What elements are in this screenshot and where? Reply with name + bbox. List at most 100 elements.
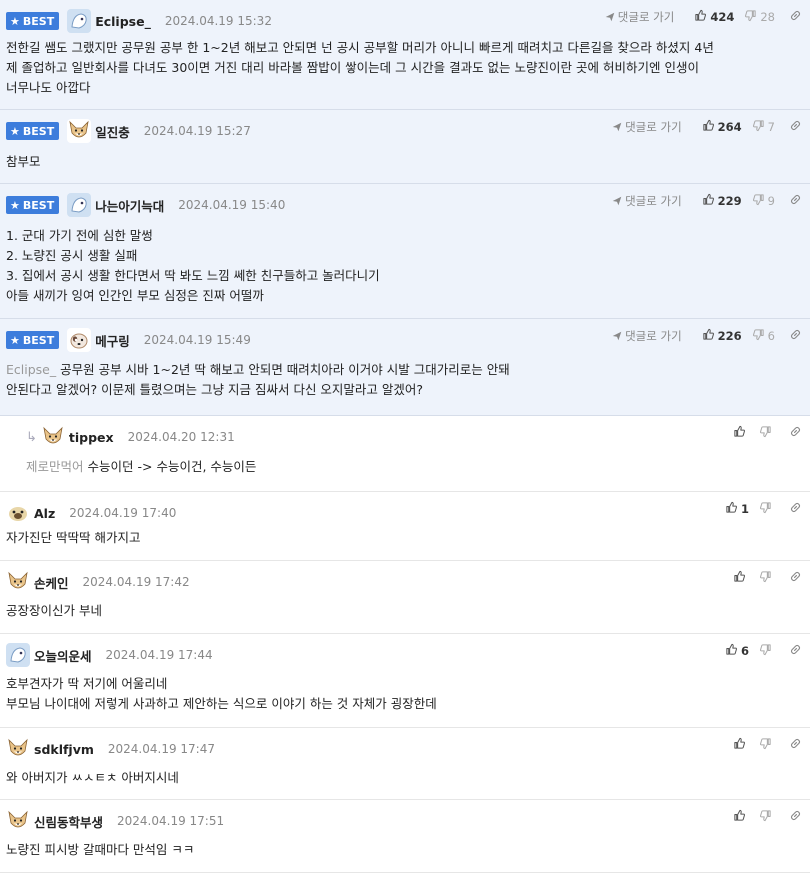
mention-tag[interactable]: Eclipse_ — [6, 362, 56, 377]
best-comment: ★ BEST 나는아기늑대 2024.04.19 15:40 댓글로 가기 229 9 1. … — [0, 184, 810, 319]
link-icon — [789, 119, 802, 135]
nickname[interactable]: tippex — [69, 430, 114, 445]
comment-header: 손케인 2024.04.19 17:42 — [6, 569, 190, 595]
nickname[interactable]: Eclipse_ — [95, 14, 151, 29]
comment-body: Eclipse_ 공무원 공부 시바 1~2년 딱 해보고 안되면 때려치아라 이… — [6, 360, 796, 400]
comment-actions — [723, 808, 802, 826]
share-link-button[interactable] — [789, 809, 802, 825]
downvote-button[interactable]: 6 — [752, 328, 775, 344]
downvote-button[interactable] — [759, 809, 775, 825]
best-comment: ★ BEST Eclipse_ 2024.04.19 15:32 댓글로 가기 424 28… — [0, 0, 810, 110]
upvote-button[interactable] — [733, 570, 749, 586]
comment-text: 공무원 공부 시바 1~2년 딱 해보고 안되면 때려치아라 이거야 시발 그대… — [6, 362, 510, 397]
share-link-button[interactable] — [789, 425, 802, 441]
go-to-reply-link[interactable]: 댓글로 가기 — [605, 9, 674, 25]
upvote-button[interactable]: 1 — [725, 501, 749, 517]
upvote-count: 226 — [717, 329, 742, 343]
downvote-button[interactable]: 28 — [744, 9, 775, 25]
downvote-button[interactable] — [759, 570, 775, 586]
downvote-button[interactable] — [759, 737, 775, 753]
downvote-button[interactable] — [759, 501, 775, 517]
comment-body: 자가진단 딱딱딱 해가지고 — [6, 528, 796, 548]
downvote-button[interactable] — [759, 643, 775, 659]
upvote-button[interactable] — [733, 737, 749, 753]
avatar[interactable] — [6, 809, 30, 833]
upvote-button[interactable] — [733, 425, 749, 441]
share-link-button[interactable] — [789, 119, 802, 135]
comment-body: 1. 군대 가기 전에 심한 말썽 2. 노량진 공시 생활 실패 3. 집에서… — [6, 226, 796, 306]
upvote-button[interactable]: 6 — [725, 643, 749, 659]
comment-header: 오늘의운세 2024.04.19 17:44 — [6, 642, 213, 668]
comment-body: 참부모 — [6, 152, 796, 172]
thumbs-up-icon — [702, 119, 715, 135]
comment-header: ★ BEST 메구링 2024.04.19 15:49 — [6, 327, 251, 353]
thumbs-down-icon — [759, 809, 772, 825]
avatar[interactable] — [6, 501, 30, 525]
nickname[interactable]: 메구링 — [95, 331, 130, 350]
share-link-button[interactable] — [789, 9, 802, 25]
comment-actions — [723, 424, 802, 442]
comment-text: 호부견자가 딱 저기에 어울리네 부모님 나이대에 저렇게 사과하고 제안하는 … — [6, 676, 437, 711]
avatar[interactable] — [67, 119, 92, 143]
avatar[interactable] — [40, 425, 65, 449]
link-icon — [789, 9, 802, 25]
comment-date: 2024.04.19 17:47 — [107, 742, 215, 756]
comment-actions: 댓글로 가기 264 7 — [612, 118, 802, 136]
share-link-button[interactable] — [789, 193, 802, 209]
comment: 신림동학부생 2024.04.19 17:51 노량진 피시방 갈때마다 만석임 ㅋ… — [0, 800, 810, 873]
go-to-reply-link[interactable]: 댓글로 가기 — [612, 193, 682, 209]
upvote-button[interactable]: 424 — [694, 9, 734, 25]
mention-tag[interactable]: 제로만먹어 — [26, 459, 84, 474]
avatar[interactable] — [67, 193, 92, 217]
thumbs-down-icon — [752, 193, 765, 209]
comment-text: 공장장이신가 부네 — [6, 603, 102, 618]
share-link-button[interactable] — [789, 501, 802, 517]
nickname[interactable]: sdklfjvm — [34, 742, 94, 757]
comment-header: ★ BEST 나는아기늑대 2024.04.19 15:40 — [6, 192, 285, 218]
comment-date: 2024.04.19 15:49 — [143, 333, 251, 347]
upvote-button[interactable]: 226 — [702, 328, 742, 344]
share-link-button[interactable] — [789, 643, 802, 659]
upvote-button[interactable]: 264 — [702, 119, 742, 135]
avatar[interactable] — [6, 737, 30, 761]
comment-actions — [723, 736, 802, 754]
downvote-button[interactable]: 7 — [752, 119, 775, 135]
comment-header: ★ BEST 일진충 2024.04.19 15:27 — [6, 118, 251, 144]
comment-body: 노량진 피시방 갈때마다 만석임 ㅋㅋ — [6, 840, 796, 860]
nickname[interactable]: Alz — [34, 506, 55, 521]
nickname[interactable]: 오늘의운세 — [34, 646, 92, 665]
avatar[interactable] — [6, 570, 30, 594]
thumbs-up-icon — [702, 193, 715, 209]
avatar[interactable] — [67, 9, 92, 33]
nickname[interactable]: 신림동학부생 — [34, 812, 103, 831]
comment-date: 2024.04.19 15:32 — [164, 14, 272, 28]
link-icon — [789, 425, 802, 441]
nickname[interactable]: 나는아기늑대 — [95, 196, 164, 215]
comment-text: 노량진 피시방 갈때마다 만석임 ㅋㅋ — [6, 842, 195, 857]
thumbs-down-icon — [744, 9, 757, 25]
upvote-button[interactable] — [733, 809, 749, 825]
thumbs-down-icon — [759, 643, 772, 659]
downvote-button[interactable] — [759, 425, 775, 441]
go-to-reply-link[interactable]: 댓글로 가기 — [612, 328, 682, 344]
link-icon — [789, 809, 802, 825]
upvote-button[interactable]: 229 — [702, 193, 742, 209]
go-to-reply-link[interactable]: 댓글로 가기 — [612, 119, 682, 135]
comment-actions: 댓글로 가기 226 6 — [612, 327, 802, 345]
link-icon — [789, 193, 802, 209]
nickname[interactable]: 손케인 — [34, 573, 69, 592]
share-link-button[interactable] — [789, 328, 802, 344]
comment-text: 자가진단 딱딱딱 해가지고 — [6, 530, 141, 545]
comment-text: 와 아버지가 ㅆㅅㅌㅊ 아버지시네 — [6, 770, 179, 785]
comment-body: 공장장이신가 부네 — [6, 601, 796, 621]
upvote-count: 264 — [717, 120, 742, 134]
comment-header: ★ BEST Eclipse_ 2024.04.19 15:32 — [6, 8, 272, 34]
nickname[interactable]: 일진충 — [95, 122, 130, 141]
share-link-button[interactable] — [789, 570, 802, 586]
downvote-button[interactable]: 9 — [752, 193, 775, 209]
avatar[interactable] — [6, 643, 30, 667]
upvote-count: 424 — [710, 10, 735, 24]
avatar[interactable] — [67, 328, 92, 352]
share-link-button[interactable] — [789, 737, 802, 753]
best-comment: ★ BEST 일진충 2024.04.19 15:27 댓글로 가기 264 7 참부모 — [0, 110, 810, 184]
